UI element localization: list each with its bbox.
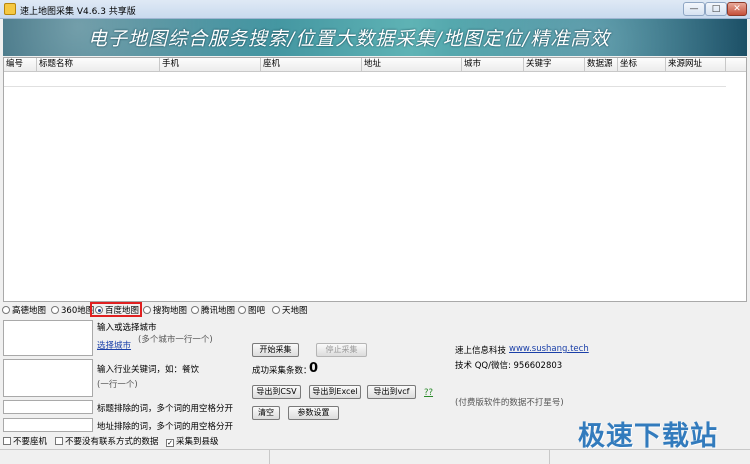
radio-icon xyxy=(272,306,280,314)
checkbox-icon xyxy=(55,437,63,445)
website-link[interactable]: www.sushang.tech xyxy=(509,344,589,354)
title-exclude-input[interactable] xyxy=(3,400,93,414)
address-exclude-input[interactable] xyxy=(3,418,93,432)
help-link[interactable]: ?? xyxy=(424,388,433,398)
map-source-selector: 高德地图 360地图 百度地图 搜狗地图 腾讯地图 图吧 天地图 xyxy=(2,304,402,318)
column-header-landline[interactable]: 座机 xyxy=(261,58,362,71)
checkbox-icon xyxy=(3,437,11,445)
company-name: 速上信息科技 xyxy=(455,346,507,356)
export-csv-button[interactable]: 导出到CSV xyxy=(252,385,301,399)
start-collect-button[interactable]: 开始采集 xyxy=(252,343,299,357)
close-button[interactable]: ✕ xyxy=(727,2,747,16)
maximize-button[interactable]: □ xyxy=(705,2,727,16)
city-input[interactable] xyxy=(3,320,93,356)
table-row[interactable] xyxy=(4,72,726,87)
radio-tuba-map[interactable]: 图吧 xyxy=(238,304,265,318)
window-title: 速上地图采集 V4.6.3 共享版 xyxy=(20,7,136,17)
minimize-button[interactable]: — xyxy=(683,2,705,16)
column-header-coordinates[interactable]: 坐标 xyxy=(618,58,666,71)
column-header-mobile[interactable]: 手机 xyxy=(160,58,261,71)
site-watermark: 极速下载站 xyxy=(578,421,718,452)
radio-icon xyxy=(2,306,10,314)
banner: 电子地图综合服务搜索/位置大数据采集/地图定位/精准高效 xyxy=(3,19,747,56)
radio-gaode-map[interactable]: 高德地图 xyxy=(2,304,46,318)
radio-icon xyxy=(238,306,246,314)
export-vcf-button[interactable]: 导出到vcf xyxy=(367,385,416,399)
column-header-keyword[interactable]: 关键字 xyxy=(524,58,585,71)
settings-button[interactable]: 参数设置 xyxy=(288,406,339,420)
banner-text: 电子地图综合服务搜索/位置大数据采集/地图定位/精准高效 xyxy=(88,28,611,50)
keyword-hint: (一行一个) xyxy=(97,380,138,390)
table-header: 编号 标题名称 手机 座机 地址 城市 关键字 数据源 坐标 来源网址 xyxy=(4,58,746,72)
stop-collect-button[interactable]: 停止采集 xyxy=(316,343,367,357)
selection-highlight xyxy=(90,302,142,317)
radio-icon xyxy=(143,306,151,314)
status-bar xyxy=(0,449,750,464)
column-header-title[interactable]: 标题名称 xyxy=(37,58,160,71)
radio-icon xyxy=(51,306,59,314)
column-header-id[interactable]: 编号 xyxy=(4,58,37,71)
radio-360-map[interactable]: 360地图 xyxy=(51,304,94,318)
radio-tencent-map[interactable]: 腾讯地图 xyxy=(191,304,235,318)
column-header-source[interactable]: 数据源 xyxy=(585,58,618,71)
keyword-label: 输入行业关键词，如：餐饮 xyxy=(97,365,200,375)
app-icon xyxy=(4,3,16,15)
keyword-input[interactable] xyxy=(3,359,93,397)
radio-icon xyxy=(191,306,199,314)
county-level-checkbox[interactable]: ✓ 采集到县级 xyxy=(166,436,219,448)
success-count: 0 xyxy=(309,361,319,376)
title-bar[interactable]: 速上地图采集 V4.6.3 共享版 — □ ✕ xyxy=(0,0,750,19)
status-cell xyxy=(270,450,550,464)
column-header-source-url[interactable]: 来源网址 xyxy=(666,58,726,71)
title-exclude-label: 标题排除的词，多个词的用空格分开 xyxy=(97,404,234,414)
support-contact: 技术 QQ/微信: 956602803 xyxy=(455,361,563,371)
no-landline-checkbox[interactable]: 不要座机 xyxy=(3,436,47,448)
status-cell xyxy=(0,450,270,464)
success-count-label: 成功采集条数： xyxy=(252,366,312,376)
select-city-link[interactable]: 选择城市 xyxy=(97,339,131,351)
no-contact-checkbox[interactable]: 不要没有联系方式的数据 xyxy=(55,436,159,448)
export-excel-button[interactable]: 导出到Excel xyxy=(309,385,361,399)
results-table[interactable]: 编号 标题名称 手机 座机 地址 城市 关键字 数据源 坐标 来源网址 xyxy=(3,57,747,302)
paid-version-note: (付费版软件的数据不打星号) xyxy=(455,398,564,408)
column-header-address[interactable]: 地址 xyxy=(362,58,462,71)
column-header-city[interactable]: 城市 xyxy=(462,58,524,71)
city-hint: (多个城市一行一个) xyxy=(138,335,213,345)
check-icon: ✓ xyxy=(166,439,174,447)
radio-sogou-map[interactable]: 搜狗地图 xyxy=(143,304,187,318)
clear-button[interactable]: 清空 xyxy=(252,406,280,420)
address-exclude-label: 地址排除的词，多个词的用空格分开 xyxy=(97,422,234,432)
city-label: 输入或选择城市 xyxy=(97,323,157,333)
radio-tianditu-map[interactable]: 天地图 xyxy=(272,304,308,318)
